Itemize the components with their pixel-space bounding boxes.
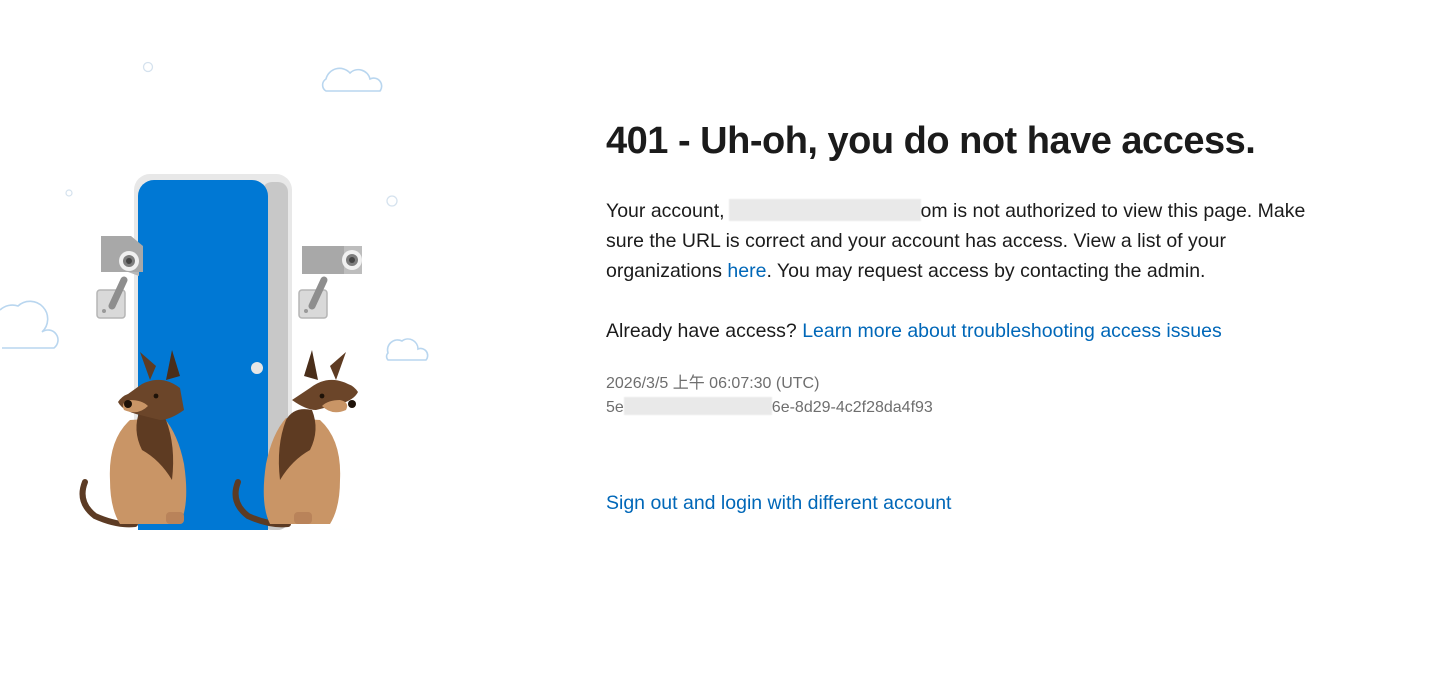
- signout-link[interactable]: Sign out and login with different accoun…: [606, 488, 951, 518]
- bubble-icon: [386, 195, 398, 207]
- redacted-email: [728, 199, 921, 221]
- correlation-id: 5e 6e-8d29-4c2f28da4f93: [606, 396, 1366, 420]
- error-message: Your account, om is not authorized to vie…: [606, 196, 1346, 286]
- correlation-id-suffix: 6e-8d29-4c2f28da4f93: [771, 399, 933, 416]
- correlation-id-prefix: 5e: [606, 399, 624, 416]
- organizations-here-link[interactable]: here: [727, 260, 766, 282]
- already-have-access: Already have access? Learn more about tr…: [606, 316, 1366, 346]
- locked-door-illustration: [0, 61, 460, 530]
- timestamp: 2026/3/5 上午 06:07:30 (UTC): [606, 375, 820, 392]
- cloud-icon: [0, 300, 59, 349]
- bubble-icon: [142, 61, 154, 73]
- message-suffix: . You may request access by contacting t…: [766, 260, 1206, 282]
- message-prefix: Your account,: [606, 200, 725, 222]
- cloud-icon: [321, 67, 383, 92]
- already-have-access-prompt: Already have access?: [606, 320, 797, 342]
- redacted-correlation-id: [623, 397, 772, 415]
- error-content: 401 - Uh-oh, you do not have access. You…: [606, 118, 1366, 514]
- request-details: 2026/3/5 上午 06:07:30 (UTC) 5e 6e-8d29-4c2…: [606, 372, 1366, 420]
- page-title: 401 - Uh-oh, you do not have access.: [606, 120, 1256, 162]
- security-camera-icon: [298, 246, 362, 319]
- bubble-icon: [65, 189, 73, 197]
- troubleshooting-link[interactable]: Learn more about troubleshooting access …: [802, 320, 1222, 342]
- error-page: 401 - Uh-oh, you do not have access. You…: [0, 0, 1449, 675]
- cloud-icon: [385, 338, 429, 361]
